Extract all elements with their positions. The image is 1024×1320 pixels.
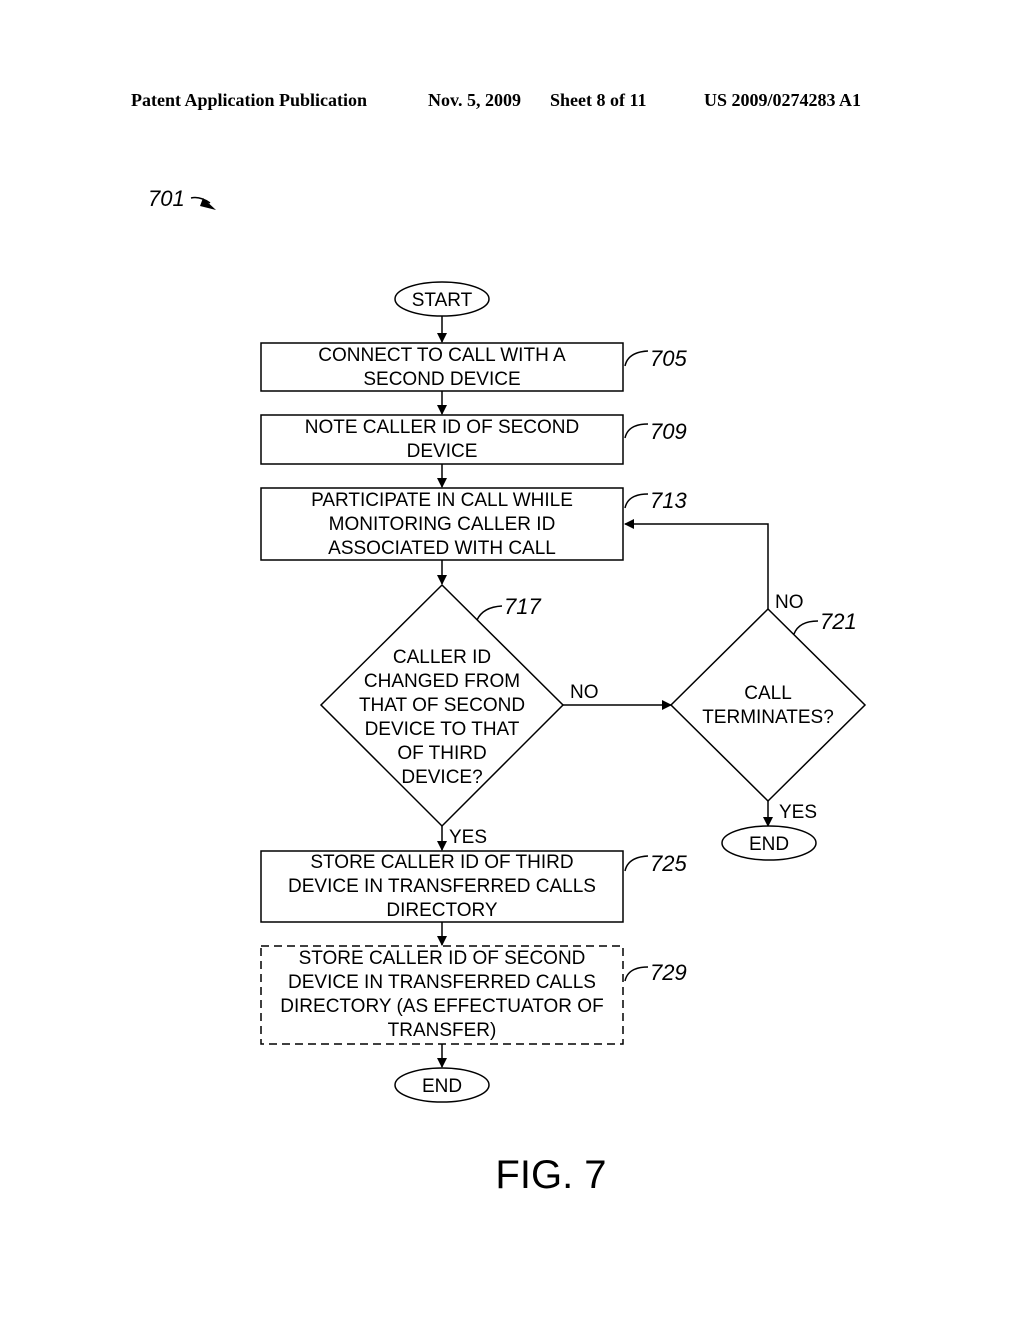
process-713: PARTICIPATE IN CALL WHILE MONITORING CAL… [260,487,687,561]
decision-717-line-1: CALLER ID [393,647,491,668]
process-709-line-2: DEVICE [407,441,478,462]
ref-721: 721 [820,609,857,634]
ref-725: 725 [650,851,687,876]
process-705-line-2: SECOND DEVICE [363,369,520,390]
figure-label: FIG. 7 [495,1153,606,1197]
process-729-line-1: STORE CALLER ID OF SECOND [299,948,586,969]
edge-717-yes-label: YES [449,827,487,848]
process-713-line-3: ASSOCIATED WITH CALL [328,538,556,559]
decision-717-line-5: OF THIRD [397,743,486,764]
process-705: CONNECT TO CALL WITH A SECOND DEVICE 705 [260,342,687,392]
process-725-line-3: DIRECTORY [386,900,498,921]
decision-717-line-2: CHANGED FROM [364,671,520,692]
process-709: NOTE CALLER ID OF SECOND DEVICE 709 [260,414,687,465]
ref-705: 705 [650,346,687,371]
figure-ref-label: 701 [148,186,185,211]
decision-721-line-1: CALL [744,683,792,704]
process-729-line-3: DIRECTORY (AS EFFECTUATOR OF [280,996,603,1017]
figure-ref-arrow-icon [190,196,216,210]
process-705-line-1: CONNECT TO CALL WITH A [318,345,566,366]
process-713-line-2: MONITORING CALLER ID [329,514,556,535]
start-terminal: START [394,281,490,317]
edge-721-no-label: NO [775,592,804,613]
decision-717-line-3: THAT OF SECOND [359,695,525,716]
decision-721: CALL TERMINATES? 721 [669,607,867,803]
end-terminal-right: END [721,825,817,861]
process-729-line-2: DEVICE IN TRANSFERRED CALLS [288,972,596,993]
process-725-line-2: DEVICE IN TRANSFERRED CALLS [288,876,596,897]
ref-709: 709 [650,419,687,444]
decision-721-line-2: TERMINATES? [702,707,834,728]
start-label: START [412,290,473,311]
ref-729: 729 [650,960,687,985]
process-729-optional: STORE CALLER ID OF SECOND DEVICE IN TRAN… [260,945,687,1045]
end-bottom-label: END [422,1076,462,1097]
decision-717-line-6: DEVICE? [401,767,482,788]
decision-717: CALLER ID CHANGED FROM THAT OF SECOND DE… [319,583,565,828]
ref-717: 717 [504,594,541,619]
end-right-label: END [749,834,789,855]
process-725: STORE CALLER ID OF THIRD DEVICE IN TRANS… [260,850,687,923]
edge-721-713 [624,519,769,609]
process-725-line-1: STORE CALLER ID OF THIRD [310,852,573,873]
process-713-line-1: PARTICIPATE IN CALL WHILE [311,490,573,511]
edge-721-yes-label: YES [779,802,817,823]
edge-717-no-label: NO [570,682,599,703]
process-709-line-1: NOTE CALLER ID OF SECOND [305,417,580,438]
decision-717-line-4: DEVICE TO THAT [365,719,520,740]
end-terminal-bottom: END [394,1067,490,1103]
ref-713: 713 [650,488,687,513]
flowchart: 701 START CONNECT TO CALL WITH A SECOND … [148,186,867,1197]
process-729-line-4: TRANSFER) [388,1020,497,1041]
